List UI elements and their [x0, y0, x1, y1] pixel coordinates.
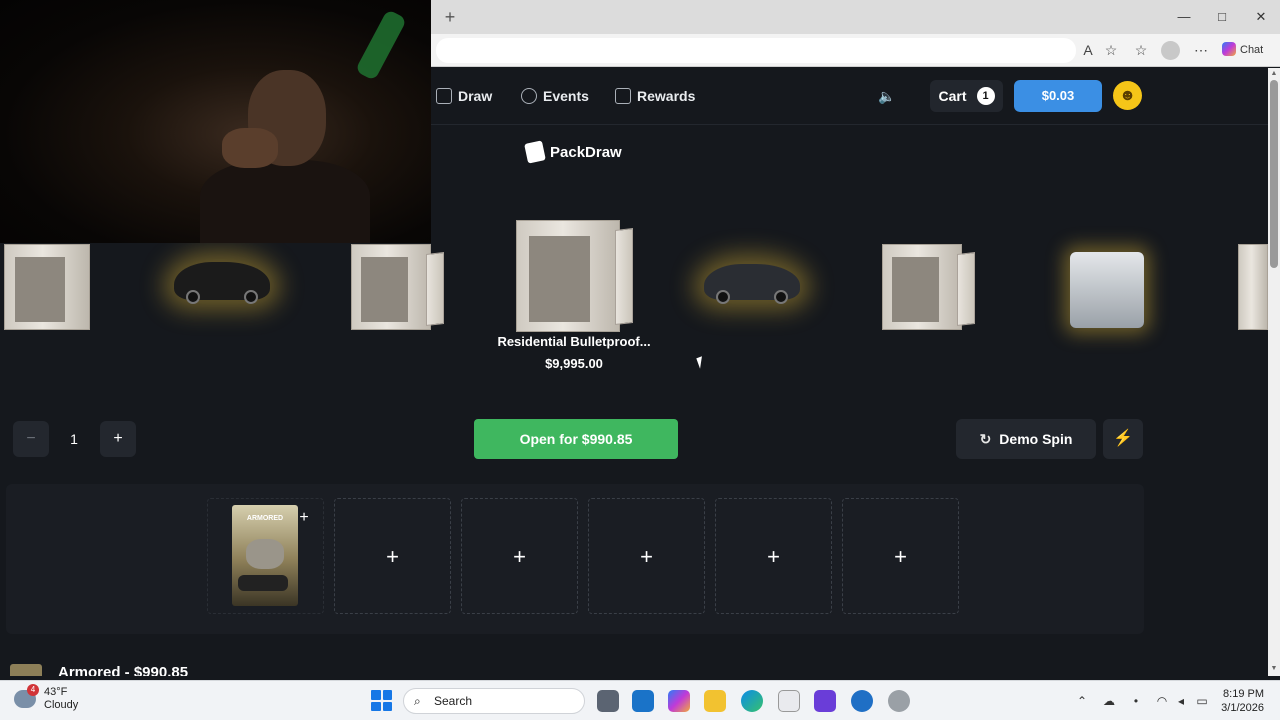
outlook-icon[interactable] [632, 690, 654, 712]
minimize-button[interactable]: — [1174, 8, 1194, 26]
nav-draw-label: Draw [458, 88, 493, 104]
copilot-chat-button[interactable]: Chat [1222, 40, 1263, 60]
taskbar-search[interactable]: ⌕ Search [403, 688, 585, 714]
new-tab-button[interactable]: + [441, 8, 459, 26]
weather-temperature: 43°F [44, 686, 68, 698]
chat-label: Chat [1240, 44, 1264, 56]
add-pack-icon: + [386, 544, 399, 569]
add-pack-icon: + [640, 544, 653, 569]
scroll-up-icon[interactable]: ▲ [1270, 70, 1278, 78]
spinner-item-car [704, 264, 800, 304]
refresh-icon: ↻ [979, 431, 992, 447]
cart-label: Cart [938, 88, 967, 104]
settings-icon[interactable] [888, 690, 910, 712]
nav-draw[interactable]: Draw [436, 86, 492, 106]
start-button[interactable] [371, 690, 392, 711]
empty-pack-slot[interactable]: + [588, 498, 705, 614]
more-menu-icon[interactable]: ⋯ [1191, 40, 1211, 60]
store-icon[interactable] [778, 690, 800, 712]
demo-spin-label: Demo Spin [999, 431, 1073, 447]
favorites-icon[interactable]: ☆ [1131, 40, 1151, 60]
battery-icon[interactable]: ▭ [1194, 693, 1210, 709]
edge-icon[interactable] [741, 690, 763, 712]
spinner-item-vault [351, 244, 444, 330]
scrollbar-thumb[interactable] [1270, 80, 1278, 268]
pack-thumbnail [10, 664, 42, 676]
demo-spin-button[interactable]: ↻ Demo Spin [956, 419, 1096, 459]
favorite-star-icon[interactable]: ☆ [1101, 40, 1121, 60]
clock-date: 3/1/2026 [1221, 702, 1264, 714]
nav-events-label: Events [543, 88, 589, 104]
show-hidden-icons-icon[interactable]: ⌃ [1074, 693, 1090, 709]
profile-avatar[interactable] [1161, 41, 1180, 60]
open-pack-button[interactable]: Open for $990.85 [474, 419, 678, 459]
armored-pack-card[interactable]: ARMORED [232, 505, 298, 606]
nav-rewards[interactable]: Rewards [615, 86, 695, 106]
spinner-item-car [174, 262, 270, 304]
user-avatar[interactable]: ☻ [1113, 81, 1142, 110]
add-pack-icon: + [513, 544, 526, 569]
cart-count-badge: 1 [976, 87, 995, 105]
quantity-increase-button[interactable]: + [100, 421, 136, 457]
mouse-cursor-icon [696, 356, 706, 369]
close-window-button[interactable]: ✕ [1251, 8, 1271, 26]
empty-pack-slot[interactable]: + [334, 498, 451, 614]
nav-events[interactable]: Events [521, 86, 589, 106]
nav-rewards-label: Rewards [637, 88, 696, 104]
webcam-overlay [0, 0, 431, 243]
pack-title: Armored - $990.85 [58, 664, 189, 676]
search-icon: ⌕ [414, 694, 421, 708]
featured-item-price: $9,995.00 [545, 356, 603, 371]
hp-icon[interactable] [851, 690, 873, 712]
sound-toggle-icon[interactable]: 🔈 [876, 86, 898, 106]
quantity-value: 1 [70, 431, 78, 447]
maximize-button[interactable]: □ [1212, 8, 1232, 26]
brand: PackDraw [524, 140, 622, 164]
microphone-icon[interactable]: • [1128, 693, 1144, 709]
onedrive-icon[interactable]: ☁ [1101, 693, 1117, 709]
spinner-item-generator [1070, 252, 1144, 328]
add-pack-copy-button[interactable]: + [294, 508, 314, 528]
rewards-icon [615, 88, 631, 104]
quantity-decrease-button[interactable]: − [13, 421, 49, 457]
weather-widget[interactable]: 4 43°F Cloudy [14, 684, 79, 712]
weather-condition: Cloudy [44, 699, 79, 711]
scroll-down-icon[interactable]: ▼ [1270, 665, 1278, 673]
taskbar: 4 43°F Cloudy ⌕ Search ⌃ ☁ • ◠ ◂ ▭ 8:19 … [0, 680, 1280, 720]
spinner-item-vault-featured [516, 220, 633, 332]
task-view-icon[interactable] [597, 690, 619, 712]
pack-card-label: ARMORED [246, 515, 284, 522]
draw-icon [436, 88, 452, 104]
copilot-app-icon[interactable] [668, 690, 690, 712]
balance-button[interactable]: $0.03 [1014, 80, 1102, 112]
weather-alert-badge: 4 [27, 684, 39, 696]
clock-time: 8:19 PM [1223, 688, 1264, 700]
add-pack-icon: + [767, 544, 780, 569]
url-field[interactable] [436, 38, 1076, 63]
spinner-item-vault [882, 244, 975, 330]
packdraw-logo-icon [524, 140, 546, 164]
file-explorer-icon[interactable] [704, 690, 726, 712]
featured-item-name: Residential Bulletproof... [497, 334, 651, 349]
brand-name: PackDraw [550, 143, 622, 161]
page-scrollbar[interactable]: ▲ ▼ [1268, 68, 1280, 676]
copilot-icon [1222, 42, 1236, 56]
cloud-icon: 4 [14, 684, 39, 708]
add-pack-icon: + [894, 544, 907, 569]
search-placeholder: Search [434, 694, 473, 708]
empty-pack-slot[interactable]: + [461, 498, 578, 614]
empty-pack-slot[interactable]: + [842, 498, 959, 614]
empty-pack-slot[interactable]: + [715, 498, 832, 614]
spinner-item-vault [4, 244, 90, 330]
wifi-icon[interactable]: ◠ [1154, 693, 1170, 709]
screen: + — □ ✕ A ☆ ☆ ⋯ Chat Draw Events Rewards [0, 0, 1280, 720]
fast-spin-button[interactable]: ⚡ [1103, 419, 1143, 459]
read-aloud-icon[interactable]: A [1078, 40, 1098, 60]
app-icon[interactable] [814, 690, 836, 712]
events-icon [521, 88, 537, 104]
volume-icon[interactable]: ◂ [1173, 693, 1189, 709]
cart-button[interactable]: Cart 1 [930, 80, 1003, 112]
spinner-item-vault [1238, 244, 1268, 330]
clock[interactable]: 8:19 PM 3/1/2026 [1218, 687, 1264, 715]
